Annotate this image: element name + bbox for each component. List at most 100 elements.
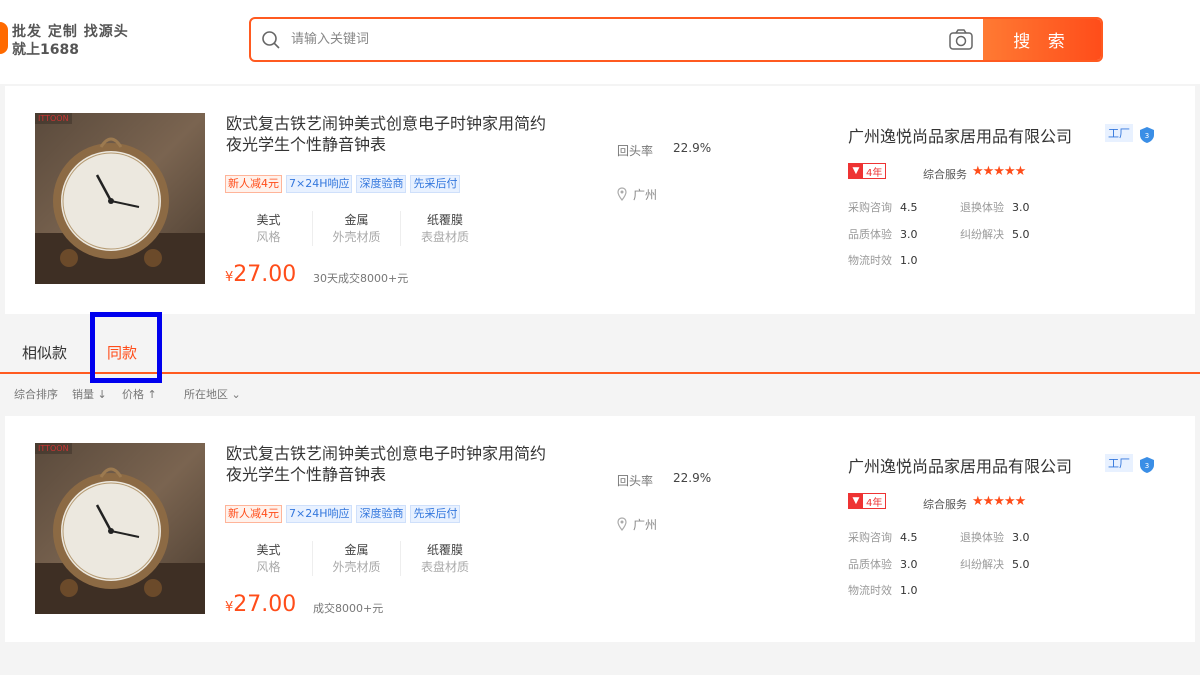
attr-name: 表盘材质 <box>420 560 469 574</box>
product-card[interactable]: ITTOON 欧式复古铁艺闹钟美式创意电子时钟家用简约夜光学生个性静音钟表 新人… <box>5 86 1195 314</box>
clock-image <box>35 467 205 614</box>
logo-brand: 就上1688 <box>12 42 79 58</box>
repeat-rate-label: 回头率 <box>617 144 654 158</box>
tag-pay-later: 先采后付 <box>410 505 461 523</box>
attr-name: 风格 <box>256 230 281 244</box>
product-attributes: 美式 风格 金属 外壳材质 纸覆膜 表盘材质 <box>225 211 489 246</box>
tag-discount: 新人减4元 <box>225 175 282 193</box>
attr-name: 表盘材质 <box>420 230 469 244</box>
tag-verified: 深度验商 <box>356 505 407 523</box>
sales-volume: 30天成交8000+元 <box>313 272 409 285</box>
product-card[interactable]: ITTOON 欧式复古铁艺闹钟美式创意电子时钟家用简约夜光学生个性静音钟表 新人… <box>5 416 1195 642</box>
attr-dial: 纸覆膜 表盘材质 <box>401 541 489 576</box>
tag-discount: 新人减4元 <box>225 505 282 523</box>
price-value: 27.00 <box>233 592 297 617</box>
sales-volume: 成交8000+元 <box>313 602 384 615</box>
tag-verified: 深度验商 <box>356 175 407 193</box>
attr-dial: 纸覆膜 表盘材质 <box>401 211 489 246</box>
score-quality: 品质体验 3.0 <box>848 228 918 241</box>
logo-slogan: 批发 定制 找源头 <box>12 24 129 40</box>
score-consult: 采购咨询 4.5 <box>848 201 918 214</box>
brand-watermark: ITTOON <box>35 443 72 454</box>
service-stars: ★★★★★ <box>972 494 1026 509</box>
tab-highlight-box <box>90 312 162 383</box>
header: 批发 定制 找源头 就上1688 搜 索 <box>0 0 1200 84</box>
score-quality: 品质体验 3.0 <box>848 558 918 571</box>
svg-text:3: 3 <box>1145 462 1149 470</box>
service-label: 综合服务 <box>923 498 967 511</box>
search-button[interactable]: 搜 索 <box>983 19 1101 60</box>
sort-sales[interactable]: 销量 ↓ <box>72 386 107 402</box>
location-text: 广州 <box>633 188 658 202</box>
attr-shell: 金属 外壳材质 <box>313 541 401 576</box>
repeat-rate-value: 22.9% <box>673 141 712 155</box>
service-label: 综合服务 <box>923 168 967 181</box>
tag-response: 7×24H响应 <box>286 175 353 193</box>
product-price: ¥27.00 <box>225 262 296 287</box>
location-icon <box>617 517 627 531</box>
sort-default[interactable]: 综合排序 <box>14 386 58 402</box>
sort-price[interactable]: 价格 ↑ <box>122 386 157 402</box>
attr-name: 外壳材质 <box>332 230 381 244</box>
product-price: ¥27.00 <box>225 592 296 617</box>
verified-shield-icon: 3 <box>1140 127 1154 143</box>
attr-name: 风格 <box>256 560 281 574</box>
product-image[interactable]: ITTOON <box>35 443 205 614</box>
years-text: 4年 <box>866 497 883 509</box>
score-consult: 采购咨询 4.5 <box>848 531 918 544</box>
company-name[interactable]: 广州逸悦尚品家居用品有限公司 <box>848 123 1072 147</box>
attr-value: 美式 <box>256 543 281 557</box>
page-bottom <box>0 642 1200 675</box>
clock-image <box>35 137 205 284</box>
product-title[interactable]: 欧式复古铁艺闹钟美式创意电子时钟家用简约夜光学生个性静音钟表 <box>226 443 556 485</box>
search-input[interactable] <box>291 19 941 60</box>
location-icon <box>617 187 627 201</box>
product-tags: 新人减4元 7×24H响应 深度验商 先采后付 <box>225 505 461 523</box>
score-logistics: 物流时效 1.0 <box>848 584 918 597</box>
tab-similar[interactable]: 相似款 <box>22 342 67 363</box>
score-return: 退换体验 3.0 <box>960 531 1030 544</box>
product-image[interactable]: ITTOON <box>35 113 205 284</box>
tag-pay-later: 先采后付 <box>410 175 461 193</box>
camera-icon[interactable] <box>948 28 974 52</box>
membership-icon: ▼ <box>849 494 863 508</box>
attr-value: 纸覆膜 <box>426 543 463 557</box>
logo-mark <box>0 22 8 54</box>
verified-shield-icon: 3 <box>1140 457 1154 473</box>
location-text: 广州 <box>633 518 658 532</box>
membership-years: ▼ 4年 <box>848 493 887 509</box>
years-text: 4年 <box>866 167 883 179</box>
price-value: 27.00 <box>233 262 297 287</box>
attr-name: 外壳材质 <box>332 560 381 574</box>
attr-shell: 金属 外壳材质 <box>313 211 401 246</box>
attr-style: 美式 风格 <box>225 541 313 576</box>
product-title[interactable]: 欧式复古铁艺闹钟美式创意电子时钟家用简约夜光学生个性静音钟表 <box>226 113 556 155</box>
logo[interactable]: 批发 定制 找源头 就上1688 <box>0 18 130 62</box>
attr-style: 美式 风格 <box>225 211 313 246</box>
attr-value: 美式 <box>256 213 281 227</box>
repeat-rate-label: 回头率 <box>617 474 654 488</box>
tag-response: 7×24H响应 <box>286 505 353 523</box>
region-filter[interactable]: 所在地区 ⌄ <box>184 386 241 402</box>
brand-watermark: ITTOON <box>35 113 72 124</box>
svg-text:3: 3 <box>1145 132 1149 140</box>
product-tags: 新人减4元 7×24H响应 深度验商 先采后付 <box>225 175 461 193</box>
score-logistics: 物流时效 1.0 <box>848 254 918 267</box>
factory-badge: 工厂 <box>1105 454 1133 472</box>
membership-icon: ▼ <box>849 164 863 178</box>
repeat-rate-value: 22.9% <box>673 471 712 485</box>
factory-badge: 工厂 <box>1105 124 1133 142</box>
search-box: 搜 索 <box>249 17 1103 62</box>
service-stars: ★★★★★ <box>972 164 1026 179</box>
company-name[interactable]: 广州逸悦尚品家居用品有限公司 <box>848 453 1072 477</box>
membership-years: ▼ 4年 <box>848 163 887 179</box>
result-tabs: 相似款 同款 <box>0 322 1200 374</box>
search-icon <box>262 31 280 49</box>
score-dispute: 纠纷解决 5.0 <box>960 558 1030 571</box>
score-return: 退换体验 3.0 <box>960 201 1030 214</box>
score-dispute: 纠纷解决 5.0 <box>960 228 1030 241</box>
attr-value: 金属 <box>344 213 369 227</box>
attr-value: 金属 <box>344 543 369 557</box>
product-attributes: 美式 风格 金属 外壳材质 纸覆膜 表盘材质 <box>225 541 489 576</box>
attr-value: 纸覆膜 <box>426 213 463 227</box>
